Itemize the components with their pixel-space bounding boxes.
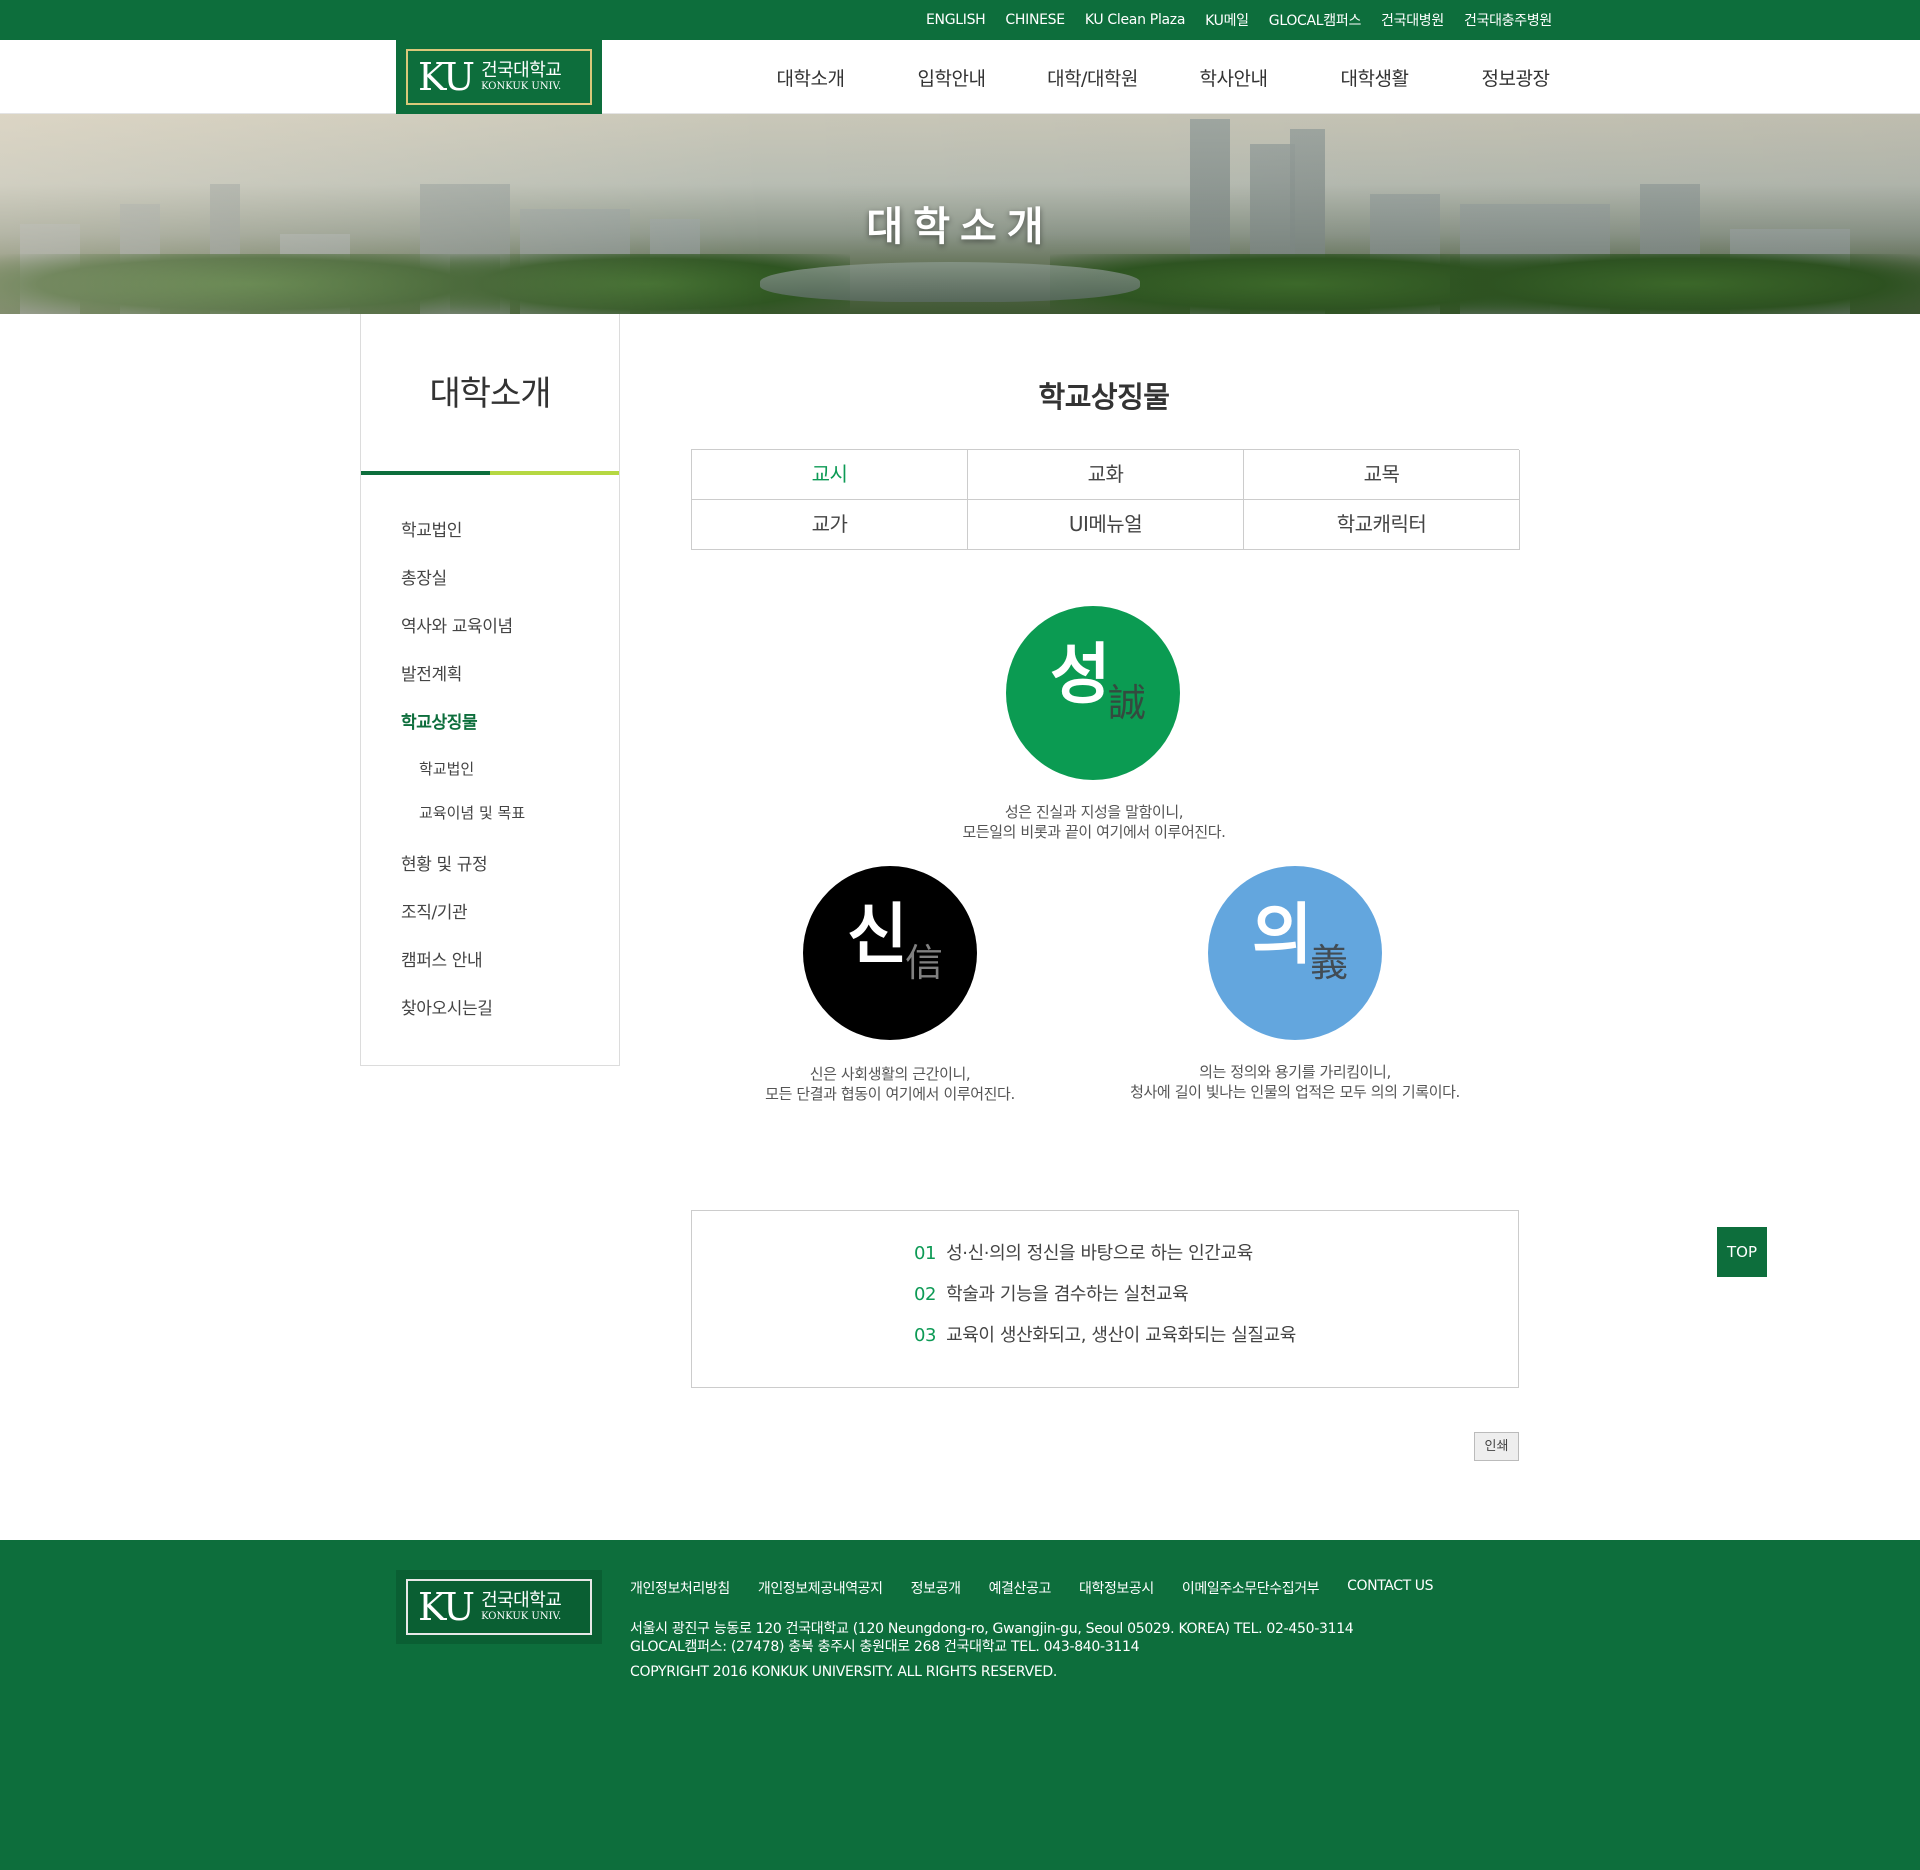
tab-flower[interactable]: 교화 (968, 450, 1244, 500)
tab-ui-manual[interactable]: UI메뉴얼 (968, 500, 1244, 550)
side-nav-list: 학교법인 총장실 역사와 교육이념 발전계획 학교상징물 학교법인 교육이념 및… (361, 475, 619, 1033)
footer-logo[interactable]: KU 건국대학교 KONKUK UNIV. (396, 1570, 602, 1644)
side-nav: 대학소개 학교법인 총장실 역사와 교육이념 발전계획 학교상징물 학교법인 교… (360, 314, 620, 1066)
virtue-desc-righteousness: 의는 정의와 용기를 가리킴이니, 청사에 길이 빛나는 인물의 업적은 모두 … (1060, 1062, 1530, 1102)
virtue-hanja: 誠 (1108, 681, 1147, 725)
footer-link-email-refusal[interactable]: 이메일주소무단수집거부 (1182, 1578, 1320, 1598)
sidebar-item-foundation[interactable]: 학교법인 (361, 507, 619, 555)
virtue-desc-line: 모든 단결과 협동이 여기에서 이루어진다. (765, 1085, 1015, 1103)
virtue-circle-trust: 신 信 (803, 866, 977, 1040)
virtue-desc-line: 모든일의 비롯과 끝이 여기에서 이루어진다. (962, 823, 1226, 841)
goal-number: 02 (914, 1284, 937, 1305)
main-nav: 대학소개 입학안내 대학/대학원 학사안내 대학생활 정보광장 (740, 40, 1586, 114)
virtue-char: 신 (847, 896, 908, 973)
sidebar-item-president[interactable]: 총장실 (361, 555, 619, 603)
footer-link-contact[interactable]: CONTACT US (1347, 1578, 1433, 1598)
logo-text: 건국대학교 KONKUK UNIV. (481, 60, 562, 93)
nav-item-about[interactable]: 대학소개 (740, 64, 881, 91)
footer-link-privacy[interactable]: 개인정보처리방침 (630, 1578, 730, 1598)
sidebar-subitem-foundation[interactable]: 학교법인 (361, 747, 619, 791)
education-goals-list: 01 성·신·의의 정신을 바탕으로 하는 인간교육 02 학술과 기능을 겸수하는… (914, 1233, 1296, 1356)
logo-english: KONKUK UNIV. (481, 1611, 562, 1622)
logo-text: 건국대학교 KONKUK UNIV. (481, 1590, 562, 1623)
footer-address-glocal: GLOCAL캠퍼스: (27478) 충북 충주시 충원대로 268 건국대학교… (630, 1639, 1140, 1655)
sidebar-item-status[interactable]: 현황 및 규정 (361, 841, 619, 889)
goal-text: 학술과 기능을 겸수하는 실천교육 (946, 1284, 1189, 1305)
virtue-hanja: 信 (905, 941, 944, 985)
goal-number: 03 (914, 1325, 937, 1346)
logo-korean: 건국대학교 (481, 1590, 562, 1611)
side-nav-divider (361, 471, 619, 475)
nav-item-colleges[interactable]: 대학/대학원 (1022, 64, 1163, 91)
virtue-desc-line: 성은 진실과 지성을 말함이니, (1004, 803, 1184, 821)
list-item: 03 교육이 생산화되고, 생산이 교육화되는 실질교육 (914, 1315, 1296, 1356)
utility-bar: ENGLISH CHINESE KU Clean Plaza KU메일 GLOC… (0, 0, 1920, 40)
tab-tree[interactable]: 교목 (1244, 450, 1520, 500)
education-goals-box: 01 성·신·의의 정신을 바탕으로 하는 인간교육 02 학술과 기능을 겸수하는… (691, 1210, 1519, 1388)
tab-character[interactable]: 학교캐릭터 (1244, 500, 1520, 550)
print-button[interactable]: 인쇄 (1474, 1432, 1519, 1461)
utility-link-chinese[interactable]: CHINESE (1005, 12, 1065, 28)
sidebar-item-directions[interactable]: 찾아오시는길 (361, 985, 619, 1033)
footer-address-seoul: 서울시 광진구 능동로 120 건국대학교 (120 Neungdong-ro,… (630, 1621, 1354, 1637)
footer-link-univ-info[interactable]: 대학정보공시 (1079, 1578, 1154, 1598)
nav-item-info[interactable]: 정보광장 (1445, 64, 1586, 91)
virtue-desc-line: 청사에 길이 빛나는 인물의 업적은 모두 의의 기록이다. (1130, 1083, 1460, 1101)
virtue-desc-trust: 신은 사회생활의 근간이니, 모든 단결과 협동이 여기에서 이루어진다. (680, 1064, 1100, 1104)
virtue-circle-righteousness: 의 義 (1208, 866, 1382, 1040)
list-item: 02 학술과 기능을 겸수하는 실천교육 (914, 1274, 1296, 1315)
virtue-hanja: 義 (1310, 941, 1349, 985)
footer-link-budget[interactable]: 예결산공고 (989, 1578, 1052, 1598)
logo-frame: KU 건국대학교 KONKUK UNIV. (406, 49, 592, 105)
utility-link-hospital[interactable]: 건국대병원 (1381, 10, 1444, 30)
side-nav-title: 대학소개 (429, 374, 551, 414)
virtue-char: 성 (1050, 636, 1111, 713)
virtue-circle-sincerity: 성 誠 (1006, 606, 1180, 780)
header: KU 건국대학교 KONKUK UNIV. 대학소개 입학안내 대학/대학원 학… (0, 40, 1920, 114)
sidebar-subitem-philosophy[interactable]: 교육이념 및 목표 (361, 791, 619, 835)
scroll-top-button[interactable]: TOP (1717, 1227, 1767, 1277)
utility-link-chungju-hospital[interactable]: 건국대충주병원 (1464, 10, 1552, 30)
nav-item-admissions[interactable]: 입학안내 (881, 64, 1022, 91)
sidebar-item-development[interactable]: 발전계획 (361, 651, 619, 699)
nav-item-academics[interactable]: 학사안내 (1163, 64, 1304, 91)
utility-links: ENGLISH CHINESE KU Clean Plaza KU메일 GLOC… (906, 0, 1552, 40)
footer: KU 건국대학교 KONKUK UNIV. 개인정보처리방침 개인정보제공내역공… (0, 1540, 1920, 1870)
tab-motto[interactable]: 교시 (692, 450, 968, 500)
virtue-desc-line: 신은 사회생활의 근간이니, (809, 1065, 971, 1083)
utility-link-glocal[interactable]: GLOCAL캠퍼스 (1269, 10, 1362, 30)
footer-links: 개인정보처리방침 개인정보제공내역공지 정보공개 예결산공고 대학정보공시 이메… (630, 1578, 1461, 1598)
logo-mark: KU (418, 55, 475, 99)
virtue-desc-line: 의는 정의와 용기를 가리킴이니, (1199, 1063, 1391, 1081)
logo-mark: KU (418, 1585, 475, 1629)
hero-banner: 대학소개 (0, 114, 1920, 314)
sidebar-item-campus[interactable]: 캠퍼스 안내 (361, 937, 619, 985)
sidebar-item-organization[interactable]: 조직/기관 (361, 889, 619, 937)
footer-address: 서울시 광진구 능동로 120 건국대학교 (120 Neungdong-ro,… (630, 1620, 1354, 1656)
symbol-tabs: 교시 교화 교목 교가 UI메뉴얼 학교캐릭터 (691, 449, 1520, 550)
hero-title: 대학소개 (866, 204, 1054, 250)
footer-copyright: COPYRIGHT 2016 KONKUK UNIVERSITY. ALL RI… (630, 1664, 1058, 1680)
sidebar-item-history[interactable]: 역사와 교육이념 (361, 603, 619, 651)
utility-link-clean-plaza[interactable]: KU Clean Plaza (1085, 12, 1186, 28)
footer-link-info-disclosure[interactable]: 정보공개 (911, 1578, 961, 1598)
virtue-char: 의 (1252, 896, 1313, 973)
page-title: 학교상징물 (1038, 380, 1170, 414)
footer-link-privacy-disclosure[interactable]: 개인정보제공내역공지 (758, 1578, 883, 1598)
utility-link-ku-mail[interactable]: KU메일 (1205, 10, 1249, 30)
goal-number: 01 (914, 1243, 937, 1264)
sidebar-item-symbols[interactable]: 학교상징물 (361, 699, 619, 747)
goal-text: 성·신·의의 정신을 바탕으로 하는 인간교육 (946, 1243, 1253, 1264)
tab-song[interactable]: 교가 (692, 500, 968, 550)
goal-text: 교육이 생산화되고, 생산이 교육화되는 실질교육 (946, 1325, 1296, 1346)
utility-link-english[interactable]: ENGLISH (926, 12, 986, 28)
logo[interactable]: KU 건국대학교 KONKUK UNIV. (396, 40, 602, 114)
virtue-desc-sincerity: 성은 진실과 지성을 말함이니, 모든일의 비롯과 끝이 여기에서 이루어진다. (891, 802, 1297, 842)
nav-item-campus-life[interactable]: 대학생활 (1304, 64, 1445, 91)
logo-korean: 건국대학교 (481, 60, 562, 81)
logo-frame: KU 건국대학교 KONKUK UNIV. (406, 1579, 592, 1635)
list-item: 01 성·신·의의 정신을 바탕으로 하는 인간교육 (914, 1233, 1296, 1274)
logo-english: KONKUK UNIV. (481, 81, 562, 92)
